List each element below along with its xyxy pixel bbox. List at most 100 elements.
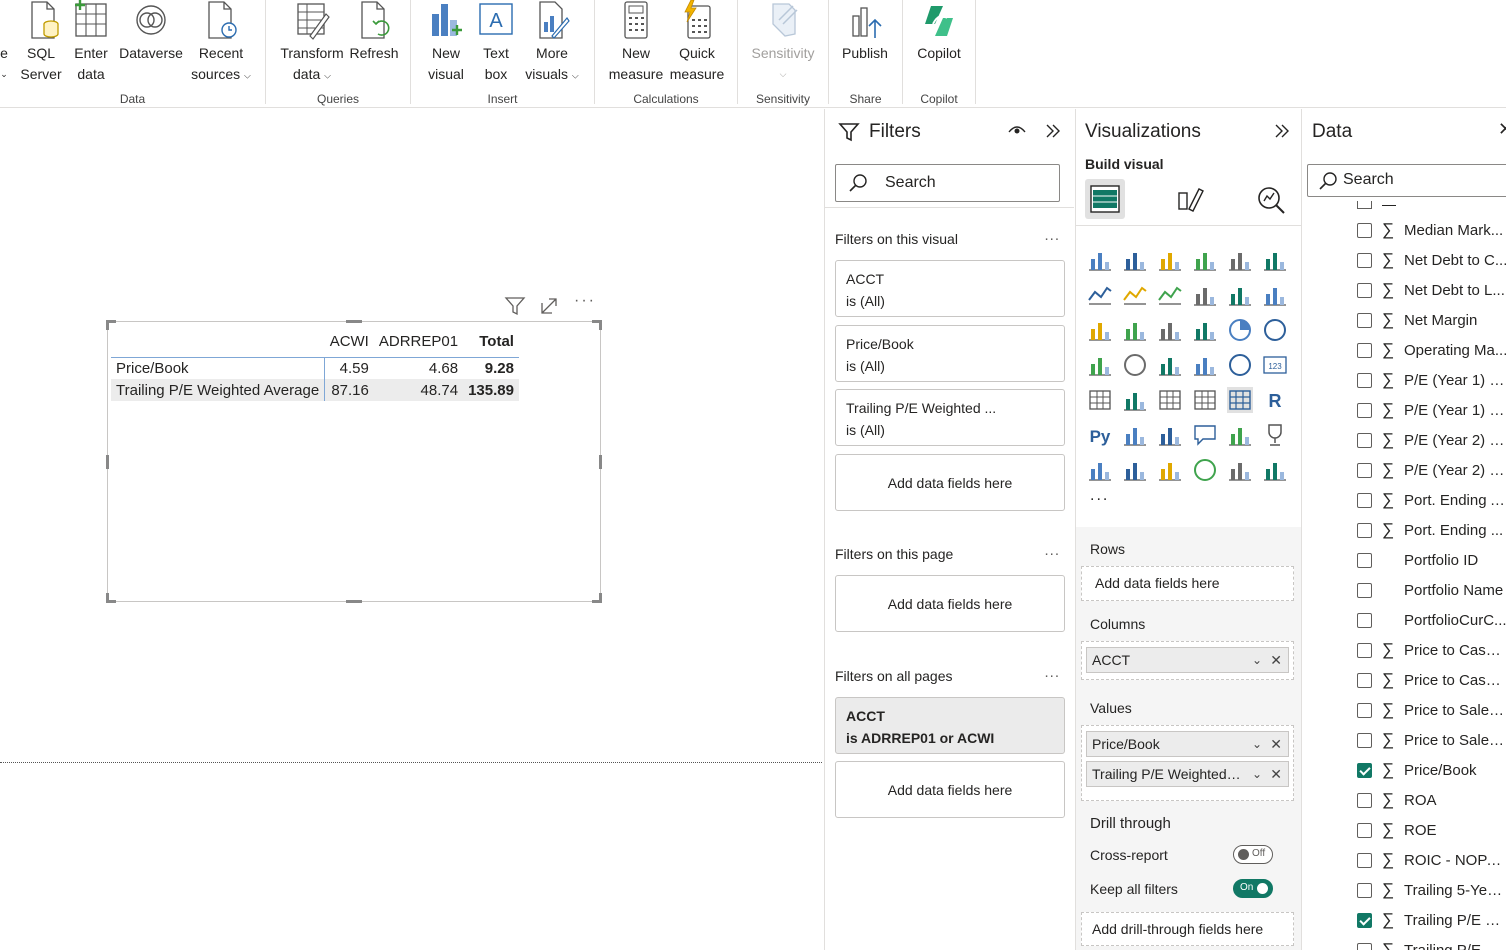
recent-sources-button[interactable]: Recent sources ⌵ xyxy=(186,0,256,85)
sensitivity-button[interactable]: Sensitivity ⌵ xyxy=(744,0,822,84)
stacked-bar-icon[interactable] xyxy=(1087,247,1113,273)
ribbon-chart-icon[interactable] xyxy=(1087,317,1113,343)
resize-handle[interactable] xyxy=(599,455,602,469)
waterfall-icon[interactable] xyxy=(1122,317,1148,343)
collapse-pane-icon[interactable] xyxy=(1273,122,1291,140)
format-visual-tab[interactable] xyxy=(1170,179,1210,219)
field-checkbox[interactable] xyxy=(1357,553,1372,568)
filled-map-icon[interactable] xyxy=(1157,352,1183,378)
matrix-cell[interactable]: 48.74 xyxy=(373,379,464,401)
kpi-icon[interactable] xyxy=(1122,387,1148,413)
resize-handle[interactable] xyxy=(599,593,602,603)
transform-data-button[interactable]: Transform data ⌵ xyxy=(278,0,346,85)
field-checkbox[interactable] xyxy=(1357,943,1372,950)
stacked-column-icon[interactable] xyxy=(1122,247,1148,273)
matrix-cell[interactable]: 4.59 xyxy=(324,356,374,379)
remove-field-icon[interactable]: ✕ xyxy=(1270,762,1282,786)
focus-mode-icon[interactable] xyxy=(539,296,559,321)
all-pages-filters-drop-zone[interactable]: Add data fields here xyxy=(835,761,1065,818)
analytics-tab[interactable] xyxy=(1251,179,1291,219)
azure-map-icon[interactable] xyxy=(1192,352,1218,378)
multi-row-card-icon[interactable] xyxy=(1087,387,1113,413)
remove-field-icon[interactable]: ✕ xyxy=(1270,648,1282,672)
matrix-cell[interactable]: 87.16 xyxy=(324,379,374,401)
filter-card-trailing-pe[interactable]: Trailing P/E Weighted ... is (All) xyxy=(835,389,1065,446)
rows-well[interactable]: Add data fields here xyxy=(1081,566,1294,601)
more-options-icon[interactable]: ... xyxy=(1044,664,1060,681)
matrix-total-cell[interactable]: 135.89 xyxy=(463,379,519,401)
line-clustered-column-icon[interactable] xyxy=(1262,282,1288,308)
more-visuals-button[interactable]: More visuals ⌵ xyxy=(521,0,583,85)
collapse-pane-icon[interactable] xyxy=(1044,122,1062,140)
copilot-button[interactable]: Copilot xyxy=(909,0,969,63)
field-list-item[interactable]: ∑ Price/Book xyxy=(1357,756,1506,786)
field-list-item[interactable]: ∑ Trailing P/E W... xyxy=(1357,906,1506,936)
field-checkbox[interactable] xyxy=(1357,823,1372,838)
publish-button[interactable]: Publish xyxy=(835,0,895,63)
field-list-item[interactable]: ∑ Port. Ending A... xyxy=(1357,486,1506,516)
treemap-icon[interactable] xyxy=(1087,352,1113,378)
matrix-row-header[interactable]: Price/Book xyxy=(111,356,326,379)
custom-visual-icon[interactable] xyxy=(1227,457,1253,483)
field-list-item[interactable]: ∑ Price to Sales ... xyxy=(1357,726,1506,756)
matrix-cell[interactable]: 4.68 xyxy=(373,356,464,379)
values-field-pill[interactable]: Trailing P/E Weighted ... ⌄ ✕ xyxy=(1086,761,1289,787)
ribbon-partial-button[interactable]: e ⌄ xyxy=(0,0,10,84)
field-list-item[interactable]: ∑ Median Mark... xyxy=(1357,216,1506,246)
field-list-item[interactable]: ∑ P/E (Year 1) W... xyxy=(1357,366,1506,396)
values-well[interactable]: Price/Book ⌄ ✕ Trailing P/E Weighted ...… xyxy=(1081,725,1294,801)
clustered-column-icon[interactable] xyxy=(1192,247,1218,273)
field-list-item[interactable]: ∑ Price to Sales ... xyxy=(1357,696,1506,726)
stacked-area-icon[interactable] xyxy=(1157,282,1183,308)
field-checkbox[interactable] xyxy=(1357,853,1372,868)
close-icon[interactable]: ✕ xyxy=(1498,119,1506,140)
page-filters-drop-zone[interactable]: Add data fields here xyxy=(835,575,1065,632)
python-visual-icon[interactable]: Py xyxy=(1087,422,1113,448)
field-checkbox[interactable] xyxy=(1357,343,1372,358)
area-chart-icon[interactable] xyxy=(1122,282,1148,308)
line-chart-icon[interactable] xyxy=(1087,282,1113,308)
more-visuals-ellipsis[interactable]: ... xyxy=(1090,487,1109,505)
more-options-icon[interactable]: ··· xyxy=(574,292,596,310)
map-icon[interactable] xyxy=(1122,352,1148,378)
visual-filters-drop-zone[interactable]: Add data fields here xyxy=(835,454,1065,511)
report-canvas[interactable]: ··· ACWI ADRREP01 Total Price/Book 4.59 … xyxy=(0,109,824,950)
field-checkbox[interactable] xyxy=(1357,643,1372,658)
field-list-item[interactable]: Portfolio Name xyxy=(1357,576,1506,606)
build-visual-tab[interactable] xyxy=(1085,179,1125,219)
field-list-item[interactable]: ∑ Price to Cash ... xyxy=(1357,636,1506,666)
gauge-icon[interactable] xyxy=(1227,352,1253,378)
field-list-item[interactable]: ∑ Net Debt to L... xyxy=(1357,276,1506,306)
resize-handle[interactable] xyxy=(106,455,109,469)
chevron-down-icon[interactable]: ⌄ xyxy=(1252,732,1262,756)
cross-report-toggle[interactable]: Off xyxy=(1233,845,1273,864)
field-checkbox[interactable] xyxy=(1357,373,1372,388)
field-checkbox[interactable] xyxy=(1357,883,1372,898)
resize-handle[interactable] xyxy=(346,320,362,323)
power-automate-flow-icon[interactable] xyxy=(1262,457,1288,483)
field-checkbox[interactable] xyxy=(1357,913,1372,928)
more-options-icon[interactable]: ... xyxy=(1044,227,1060,244)
field-list-item[interactable]: ∑ Operating Ma... xyxy=(1357,336,1506,366)
key-influencers-icon[interactable] xyxy=(1122,422,1148,448)
field-list-item[interactable]: PortfolioCurC... xyxy=(1357,606,1506,636)
field-checkbox[interactable] xyxy=(1357,703,1372,718)
field-list-item[interactable]: ∑ P/E (Year 2) W... xyxy=(1357,456,1506,486)
field-checkbox[interactable] xyxy=(1357,673,1372,688)
field-list-item[interactable]: ∑ ROE xyxy=(1357,816,1506,846)
more-options-icon[interactable]: ... xyxy=(1044,542,1060,559)
field-checkbox[interactable] xyxy=(1357,433,1372,448)
resize-handle[interactable] xyxy=(346,600,362,603)
slicer-icon[interactable] xyxy=(1157,387,1183,413)
clustered-bar-icon[interactable] xyxy=(1157,247,1183,273)
field-list-item[interactable]: ∑ ROA xyxy=(1357,786,1506,816)
refresh-button[interactable]: Refresh xyxy=(346,0,402,63)
qa-icon[interactable] xyxy=(1192,422,1218,448)
columns-well[interactable]: ACCT ⌄ ✕ xyxy=(1081,641,1294,680)
power-automate-icon[interactable] xyxy=(1157,457,1183,483)
field-checkbox[interactable] xyxy=(1357,733,1372,748)
sql-server-button[interactable]: SQL Server xyxy=(18,0,64,84)
100-stacked-area-icon[interactable] xyxy=(1192,282,1218,308)
field-list-item[interactable]: ∑ Net Margin xyxy=(1357,306,1506,336)
table-icon[interactable] xyxy=(1192,387,1218,413)
